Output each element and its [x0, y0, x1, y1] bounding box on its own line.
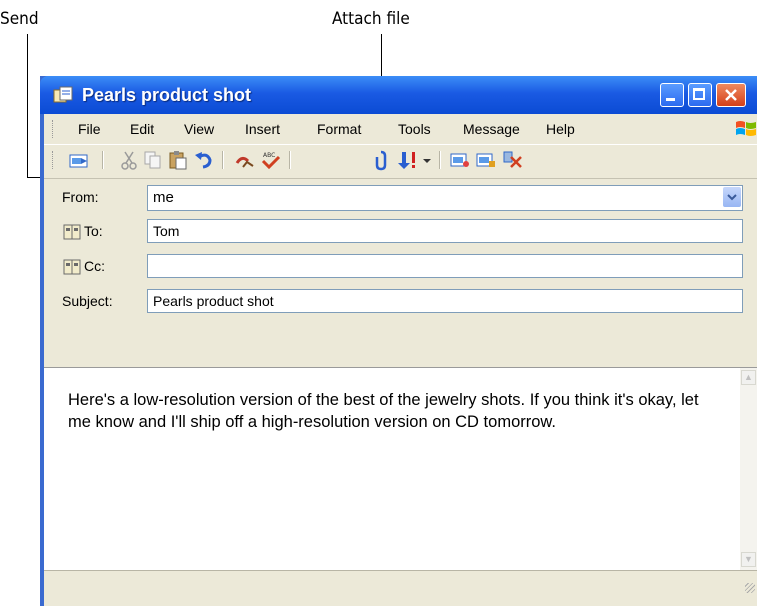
menu-file[interactable]: File [78, 121, 101, 137]
address-book-icon[interactable] [63, 259, 81, 275]
menu-grip [52, 120, 56, 138]
toolbar: ABC [44, 144, 757, 175]
minimize-button[interactable] [660, 83, 684, 107]
menu-view[interactable]: View [184, 121, 214, 137]
menu-help[interactable]: Help [546, 121, 575, 137]
menu-insert[interactable]: Insert [245, 121, 280, 137]
spelling-icon[interactable]: ABC [260, 149, 282, 171]
message-body-text[interactable]: Here's a low-resolution version of the b… [68, 389, 708, 433]
priority-icon[interactable] [396, 149, 418, 171]
menu-message[interactable]: Message [463, 121, 520, 137]
cc-label[interactable]: Cc: [84, 258, 105, 274]
scroll-up-button[interactable]: ▲ [741, 370, 756, 385]
attach-callout: Attach file [332, 9, 410, 29]
sign-icon[interactable] [449, 149, 471, 171]
window-title: Pearls product shot [82, 85, 252, 105]
toolbar-separator [222, 151, 224, 169]
resize-grip[interactable] [745, 583, 755, 593]
toolbar-grip [52, 151, 56, 169]
undo-icon[interactable] [193, 149, 215, 171]
from-label: From: [62, 189, 99, 205]
message-window: Pearls product shot File Edit View Inser… [40, 76, 757, 606]
subject-field[interactable]: Pearls product shot [147, 289, 743, 313]
to-value: Tom [153, 223, 180, 239]
cc-field[interactable] [147, 254, 743, 278]
message-icon [53, 86, 73, 103]
toolbar-separator [102, 151, 104, 169]
scroll-down-button[interactable]: ▼ [741, 552, 756, 567]
address-book-icon[interactable] [63, 224, 81, 240]
minimize-icon [666, 98, 675, 101]
menu-tools[interactable]: Tools [398, 121, 431, 137]
to-field[interactable]: Tom [147, 219, 743, 243]
send-callout-line-v [27, 34, 28, 177]
subject-label: Subject: [62, 293, 113, 309]
cut-icon[interactable] [118, 149, 140, 171]
paste-icon[interactable] [167, 149, 189, 171]
menu-bar: File Edit View Insert Format Tools Messa… [44, 114, 757, 144]
from-dropdown-button[interactable] [723, 187, 741, 207]
maximize-icon [693, 88, 705, 100]
copy-icon[interactable] [142, 149, 164, 171]
vertical-scrollbar[interactable]: ▲ ▼ [740, 368, 757, 570]
from-select[interactable]: me [147, 185, 743, 211]
check-names-icon[interactable] [234, 149, 256, 171]
toolbar-separator [439, 151, 441, 169]
send-callout: Send [0, 9, 39, 29]
priority-dropdown-icon[interactable] [423, 157, 431, 165]
menu-edit[interactable]: Edit [130, 121, 154, 137]
close-button[interactable] [716, 83, 746, 107]
to-label[interactable]: To: [84, 223, 103, 239]
status-bar [44, 570, 757, 606]
work-offline-icon[interactable] [501, 149, 523, 171]
maximize-button[interactable] [688, 83, 712, 107]
window-client: File Edit View Insert Format Tools Messa… [44, 114, 757, 606]
message-header: From: me To: Tom Cc: Subject: Pearls pro… [44, 178, 757, 359]
close-icon [725, 89, 737, 101]
svg-text:ABC: ABC [263, 152, 275, 159]
menu-format[interactable]: Format [317, 121, 361, 137]
subject-value: Pearls product shot [153, 293, 274, 309]
send-icon[interactable] [68, 149, 90, 171]
chevron-down-icon [727, 194, 737, 201]
toolbar-separator [289, 151, 291, 169]
message-body[interactable]: Here's a low-resolution version of the b… [44, 367, 757, 570]
from-value: me [153, 189, 174, 206]
attach-file-icon[interactable] [370, 149, 392, 171]
title-bar[interactable]: Pearls product shot [40, 76, 757, 114]
encrypt-icon[interactable] [475, 149, 497, 171]
windows-logo-icon [736, 121, 756, 136]
